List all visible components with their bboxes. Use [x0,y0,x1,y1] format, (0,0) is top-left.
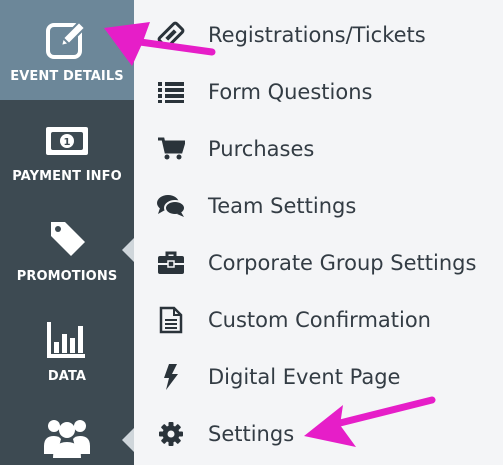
menu-item-label: Custom Confirmation [208,307,431,332]
sidebar-item-label: PAYMENT INFO [12,169,122,184]
document-icon [156,306,186,334]
briefcase-icon [156,249,186,277]
sidebar-notch [122,428,134,452]
money-icon: 1 [0,118,134,162]
menu-item-label: Purchases [208,136,315,161]
users-icon [0,414,134,458]
chat-icon [156,192,186,220]
sidebar-nav: EVENT DETAILS 1 PAYMENT INFO PROMOTIONS [0,0,134,465]
bolt-icon [156,363,186,391]
sidebar-item-label: DATA [47,369,87,384]
sidebar-item-users[interactable] [0,400,134,465]
sidebar-item-event-details[interactable]: EVENT DETAILS [0,0,134,100]
svg-text:1: 1 [64,137,71,148]
sidebar-item-data[interactable]: DATA [0,300,134,400]
menu-item-label: Team Settings [208,193,357,218]
menu-item-registrations[interactable]: Registrations/Tickets [134,6,503,63]
menu-item-label: Corporate Group Settings [208,250,477,275]
menu-item-corporate-group[interactable]: Corporate Group Settings [134,234,503,291]
menu-item-label: Form Questions [208,79,373,104]
menu-item-custom-confirmation[interactable]: Custom Confirmation [134,291,503,348]
sidebar-notch [122,238,134,262]
sidebar-item-promotions[interactable]: PROMOTIONS [0,200,134,300]
menu-item-label: Settings [208,421,295,446]
menu-item-digital-event-page[interactable]: Digital Event Page [134,348,503,405]
sidebar-item-label: PROMOTIONS [16,269,118,284]
menu-item-form-questions[interactable]: Form Questions [134,63,503,120]
gear-icon [156,420,186,448]
ticket-icon [156,21,186,49]
menu-item-purchases[interactable]: Purchases [134,120,503,177]
edit-icon [0,18,134,62]
menu-item-label: Registrations/Tickets [208,22,426,47]
menu-item-settings[interactable]: Settings [134,405,503,462]
bar-chart-icon [0,318,134,362]
cart-icon [156,135,186,163]
tag-icon [0,218,134,262]
list-icon [156,78,186,106]
sidebar-item-label: EVENT DETAILS [10,69,124,84]
event-details-menu: Registrations/Tickets Form Questions Pur… [134,0,503,465]
sidebar-item-payment-info[interactable]: 1 PAYMENT INFO [0,100,134,200]
menu-item-label: Digital Event Page [208,364,401,389]
menu-item-team-settings[interactable]: Team Settings [134,177,503,234]
